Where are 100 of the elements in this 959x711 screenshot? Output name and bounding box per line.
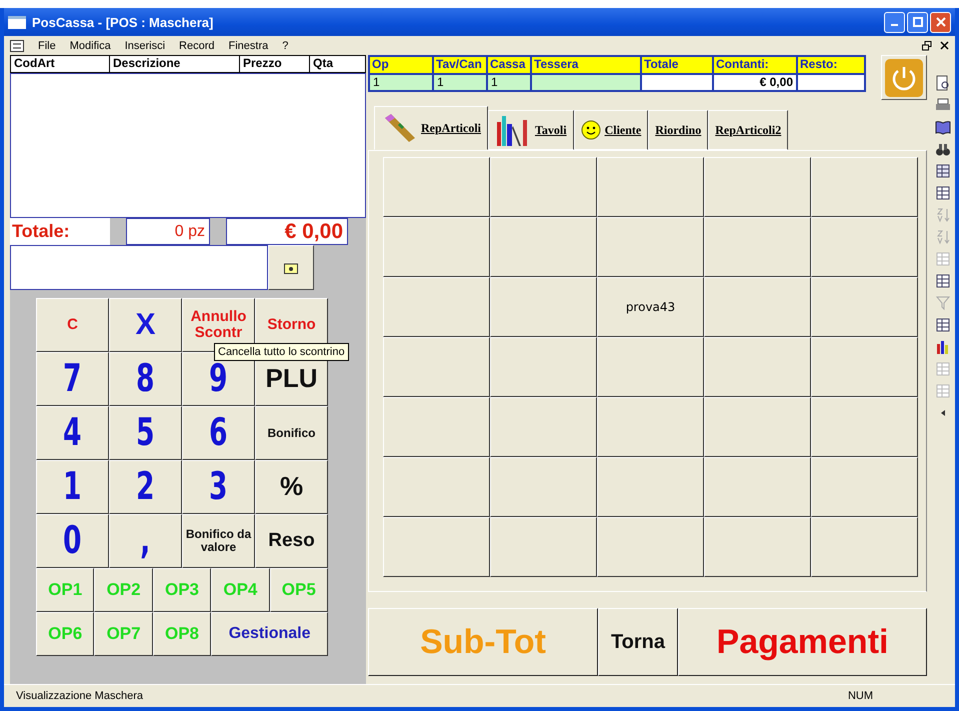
menu-item[interactable]: Inserisci	[124, 40, 166, 52]
product-button[interactable]	[490, 277, 597, 337]
product-button[interactable]	[490, 157, 597, 217]
table-icon[interactable]	[935, 185, 951, 201]
keypad-key[interactable]: Bonifico da valore	[182, 514, 255, 568]
keypad-key[interactable]: 3	[182, 460, 255, 514]
smiley-icon	[580, 120, 601, 140]
product-button[interactable]	[811, 517, 918, 577]
product-button[interactable]	[383, 397, 490, 457]
info-header: Op	[369, 56, 433, 74]
menu-item[interactable]: Record	[179, 40, 215, 52]
tab[interactable]: Riordino	[648, 110, 708, 150]
keypad-key[interactable]: X	[109, 298, 182, 352]
info-header: Tav/Can	[433, 56, 487, 74]
info-value: 1	[433, 74, 487, 91]
close-icon[interactable]	[940, 40, 949, 50]
product-button[interactable]	[704, 337, 811, 397]
product-button[interactable]	[704, 397, 811, 457]
info-header: Resto:	[797, 56, 865, 74]
menu-item[interactable]: Finestra	[228, 40, 268, 52]
keypad-key[interactable]: 6	[182, 406, 255, 460]
minimize-button[interactable]	[884, 12, 905, 32]
bar-chart-icon[interactable]	[935, 339, 951, 355]
close-button[interactable]	[930, 12, 951, 32]
column-header: Descrizione	[110, 55, 240, 73]
tab[interactable]: Tavoli	[488, 110, 574, 150]
product-button[interactable]	[597, 517, 704, 577]
product-button[interactable]	[490, 517, 597, 577]
product-button[interactable]	[597, 217, 704, 277]
action-button[interactable]: Torna	[598, 608, 678, 676]
product-button[interactable]	[811, 457, 918, 517]
product-button[interactable]	[383, 517, 490, 577]
product-button[interactable]	[704, 157, 811, 217]
printer-icon[interactable]	[935, 97, 951, 113]
tab[interactable]: RepArticoli	[374, 106, 488, 150]
app-icon	[8, 16, 26, 28]
book-icon[interactable]	[935, 119, 951, 135]
keypad-key[interactable]: 2	[109, 460, 182, 514]
product-button[interactable]	[704, 217, 811, 277]
menu-item[interactable]: ?	[282, 40, 288, 52]
product-button[interactable]	[490, 457, 597, 517]
keypad-key[interactable]: %	[255, 460, 328, 514]
action-button[interactable]: Pagamenti	[678, 608, 927, 676]
keypad-key[interactable]: 7	[36, 352, 109, 406]
product-button[interactable]	[383, 457, 490, 517]
status-text: Visualizzazione Maschera	[16, 690, 143, 702]
info-value: € 0,00	[713, 74, 797, 91]
operator-button[interactable]: Gestionale	[211, 612, 328, 656]
keypad-key[interactable]: 4	[36, 406, 109, 460]
total-label: Totale:	[10, 218, 110, 245]
close-icon	[936, 17, 946, 27]
product-button[interactable]	[383, 277, 490, 337]
product-button[interactable]: prova43	[597, 277, 704, 337]
product-button[interactable]	[811, 277, 918, 337]
product-button[interactable]	[704, 457, 811, 517]
power-button[interactable]	[881, 55, 927, 100]
product-button[interactable]	[383, 337, 490, 397]
folder-icon	[284, 262, 298, 274]
keypad-key[interactable]: 0	[36, 514, 109, 568]
total-amount: € 0,00	[226, 218, 348, 245]
window-title: PosCassa - [POS : Maschera]	[32, 14, 214, 30]
product-button[interactable]	[597, 337, 704, 397]
keypad-key[interactable]: 1	[36, 460, 109, 514]
menu-item[interactable]: Modifica	[70, 40, 111, 52]
product-button[interactable]	[490, 397, 597, 457]
product-button[interactable]	[597, 157, 704, 217]
info-header: Totale	[641, 56, 713, 74]
column-header: CodArt	[10, 55, 110, 73]
pieces-count: 0 pz	[126, 218, 210, 245]
menu-item[interactable]: File	[38, 40, 56, 52]
input-field[interactable]	[10, 245, 268, 290]
tab[interactable]: Cliente	[574, 110, 648, 150]
keypad-key[interactable]: C	[36, 298, 109, 352]
binoculars-icon[interactable]	[935, 141, 951, 157]
folder-button[interactable]	[268, 245, 314, 290]
form-view-icon[interactable]	[935, 163, 951, 179]
keypad-key[interactable]: Bonifico	[255, 406, 328, 460]
product-button[interactable]	[490, 337, 597, 397]
product-button[interactable]	[597, 457, 704, 517]
product-button[interactable]	[811, 397, 918, 457]
product-button[interactable]	[811, 337, 918, 397]
product-button[interactable]	[383, 217, 490, 277]
product-button[interactable]	[704, 517, 811, 577]
keypad-key[interactable]: 5	[109, 406, 182, 460]
product-button[interactable]	[811, 217, 918, 277]
keypad-key[interactable]: 8	[109, 352, 182, 406]
info-header: Contanti:	[713, 56, 797, 74]
product-button[interactable]	[490, 217, 597, 277]
product-button[interactable]	[383, 157, 490, 217]
keypad-key[interactable]: Reso	[255, 514, 328, 568]
keypad-key[interactable]: ,	[109, 514, 182, 568]
product-button[interactable]	[597, 397, 704, 457]
maximize-icon	[912, 17, 922, 27]
tab[interactable]: RepArticoli2	[708, 110, 788, 150]
print-preview-icon[interactable]	[935, 75, 951, 91]
info-header: Cassa	[487, 56, 531, 74]
maximize-button[interactable]	[907, 12, 928, 32]
product-button[interactable]	[704, 277, 811, 337]
product-button[interactable]	[811, 157, 918, 217]
restore-icon[interactable]	[922, 40, 932, 50]
